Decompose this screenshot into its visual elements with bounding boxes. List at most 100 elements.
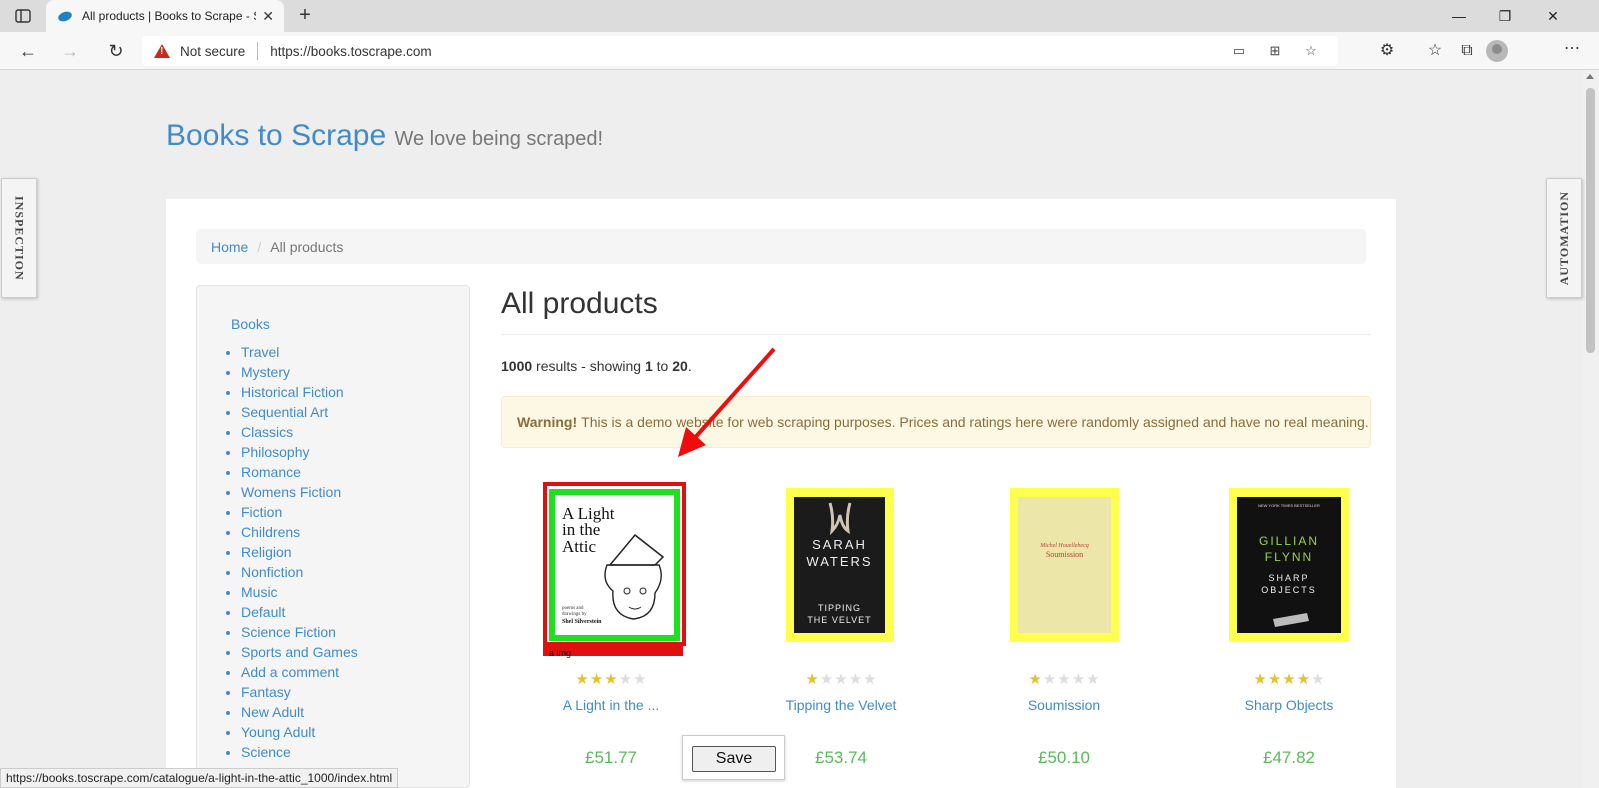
- add-favorite-icon[interactable]: ☆: [1302, 43, 1320, 59]
- new-tab-icon[interactable]: +: [294, 5, 316, 27]
- sidebar-category-label: Historical Fiction: [241, 384, 344, 400]
- sidebar-category-item[interactable]: Music: [241, 582, 469, 602]
- star-icon: ★: [1028, 671, 1042, 688]
- tab-title: All products | Books to Scrape - Sandbox: [82, 9, 256, 23]
- product-title-link[interactable]: Tipping the Velvet: [731, 697, 951, 713]
- save-button[interactable]: Save: [692, 746, 776, 772]
- minimize-icon[interactable]: —: [1436, 0, 1482, 32]
- more-menu-icon[interactable]: ⋯: [1560, 38, 1584, 60]
- star-icon: ★: [834, 671, 848, 688]
- sidebar-category-item[interactable]: Add a comment: [241, 662, 469, 682]
- product-title-link[interactable]: Soumission: [954, 697, 1174, 713]
- page-scrollbar[interactable]: [1582, 70, 1599, 788]
- sidebar-category-item[interactable]: Mystery: [241, 362, 469, 382]
- cover-title-line: TIPPING: [818, 603, 861, 613]
- product-cover-image[interactable]: SARAH WATERS TIPPING THE VELVET: [794, 497, 885, 633]
- star-icon: ★: [604, 671, 618, 688]
- star-icon: ★: [1253, 671, 1267, 688]
- sidebar-category-item[interactable]: Travel: [241, 342, 469, 362]
- results-summary: 1000 results - showing 1 to 20.: [501, 358, 692, 374]
- collections-icon[interactable]: ⧉: [1455, 40, 1479, 62]
- address-divider: [257, 42, 259, 60]
- star-icon: ★: [575, 671, 589, 688]
- divider: [501, 334, 1371, 335]
- star-icon: ★: [805, 671, 819, 688]
- product-cover-image[interactable]: Michel Houellebecq Soumission: [1018, 497, 1111, 633]
- inspection-panel-tab[interactable]: INSPECTION: [1, 178, 37, 298]
- product-cover-image[interactable]: NEW YORK TIMES BESTSELLER GILLIAN FLYNN …: [1237, 497, 1341, 633]
- star-icon: ★: [1057, 671, 1071, 688]
- cover-credit: poems and: [562, 606, 584, 611]
- sidebar-category-item[interactable]: Fantasy: [241, 682, 469, 702]
- category-list: Travel Mystery Historical Fiction Sequentia…: [241, 342, 469, 762]
- scroll-up-icon[interactable]: [1586, 74, 1594, 79]
- sidebar-category-label: Mystery: [241, 364, 290, 380]
- sidebar-category-label: Young Adult: [241, 724, 316, 740]
- scroll-thumb[interactable]: [1586, 88, 1595, 353]
- read-aloud-icon[interactable]: ▭: [1230, 43, 1248, 59]
- sidebar-category-item[interactable]: Sports and Games: [241, 642, 469, 662]
- results-from: 1: [644, 358, 653, 374]
- status-bar-url: https://books.toscrape.com/catalogue/a-l…: [0, 768, 399, 788]
- extensions-icon[interactable]: ⚙: [1375, 40, 1399, 62]
- close-window-icon[interactable]: ✕: [1530, 0, 1576, 32]
- sidebar-category-item[interactable]: Nonfiction: [241, 562, 469, 582]
- product-card: NEW YORK TIMES BESTSELLER GILLIAN FLYNN …: [1179, 480, 1399, 788]
- tab-actions-icon[interactable]: [12, 6, 34, 26]
- sidebar-category-item[interactable]: Science Fiction: [241, 622, 469, 642]
- restore-icon[interactable]: ❐: [1482, 0, 1528, 32]
- star-icon: ★: [863, 671, 877, 688]
- browser-tab[interactable]: All products | Books to Scrape - Sandbox…: [46, 0, 284, 32]
- sidebar-category-label: Travel: [241, 344, 280, 360]
- star-icon: ★: [618, 671, 633, 688]
- browser-toolbar: ← → ↻ Not secure https://books.toscrape.…: [0, 32, 1599, 70]
- favorites-icon[interactable]: ☆: [1423, 40, 1447, 62]
- tab-bar: All products | Books to Scrape - Sandbox…: [0, 0, 1599, 32]
- product-title-link[interactable]: A Light in the ...: [501, 697, 721, 713]
- sidebar-category-label: Science Fiction: [241, 624, 336, 640]
- sidebar-category-item[interactable]: Philosophy: [241, 442, 469, 462]
- cover-title-line: Attic: [562, 537, 596, 556]
- sidebar-category-item[interactable]: Science: [241, 742, 469, 762]
- forward-icon[interactable]: →: [58, 40, 82, 62]
- cover-title-line: THE VELVET: [807, 615, 871, 625]
- warning-icon: [154, 44, 170, 58]
- url-text[interactable]: https://books.toscrape.com: [270, 44, 431, 59]
- breadcrumb-home[interactable]: Home: [211, 239, 248, 255]
- profile-avatar-icon[interactable]: [1486, 40, 1508, 62]
- refresh-icon[interactable]: ↻: [104, 40, 128, 62]
- sidebar-category-label: Fantasy: [241, 684, 291, 700]
- product-price: £47.82: [1263, 748, 1315, 767]
- automation-panel-tab[interactable]: AUTOMATION: [1546, 178, 1582, 298]
- sidebar-category-item[interactable]: Sequential Art: [241, 402, 469, 422]
- star-icon: ★: [1282, 671, 1296, 688]
- site-header: Books to Scrape We love being scraped!: [166, 119, 603, 153]
- sidebar-category-label: Science: [241, 744, 291, 760]
- apps-icon[interactable]: ⊞: [1266, 43, 1284, 59]
- sidebar-category-item[interactable]: New Adult: [241, 702, 469, 722]
- back-icon[interactable]: ←: [16, 40, 40, 62]
- star-icon: ★: [1311, 671, 1325, 688]
- sidebar-category-item[interactable]: Young Adult: [241, 722, 469, 742]
- sidebar-category-item[interactable]: Historical Fiction: [241, 382, 469, 402]
- sidebar-category-item[interactable]: Womens Fiction: [241, 482, 469, 502]
- sidebar-category-item[interactable]: Fiction: [241, 502, 469, 522]
- product-cover-image[interactable]: A Light in the Attic poems and drawings …: [549, 489, 680, 641]
- security-label: Not secure: [180, 43, 246, 59]
- sidebar-category-item[interactable]: Romance: [241, 462, 469, 482]
- cover-author: Michel Houellebecq: [1039, 543, 1088, 549]
- close-tab-icon[interactable]: ✕: [262, 8, 274, 25]
- category-sidebar: Books Travel Mystery Historical Fiction Seq…: [196, 285, 470, 788]
- address-bar[interactable]: Not secure https://books.toscrape.com ▭ …: [142, 36, 1338, 66]
- product-title-link[interactable]: Sharp Objects: [1179, 697, 1399, 713]
- sidebar-root-books[interactable]: Books: [231, 316, 469, 332]
- star-icon: ★: [1042, 671, 1057, 688]
- brand-link[interactable]: Books to Scrape: [166, 119, 386, 152]
- sidebar-category-item[interactable]: Childrens: [241, 522, 469, 542]
- sidebar-category-label: New Adult: [241, 704, 305, 720]
- cover-title-line: SHARP: [1268, 573, 1309, 583]
- sidebar-category-item[interactable]: Default: [241, 602, 469, 622]
- sidebar-category-item[interactable]: Religion: [241, 542, 469, 562]
- sidebar-category-item[interactable]: Classics: [241, 422, 469, 442]
- sidebar-category-label: Default: [241, 604, 286, 620]
